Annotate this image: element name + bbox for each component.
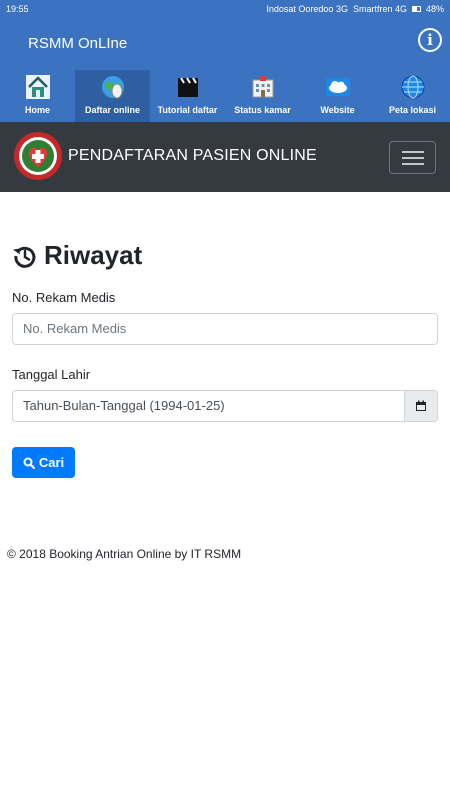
hospital-building-icon <box>252 76 273 98</box>
hamburger-line <box>402 157 424 159</box>
clapperboard-icon <box>177 77 198 97</box>
nav-label-status-kamar: Status kamar <box>234 105 291 115</box>
status-carrier-1: Indosat Ooredoo 3G <box>266 4 348 14</box>
calendar-icon <box>416 400 426 411</box>
page-title: Riwayat <box>44 240 143 270</box>
nav-label-website: Website <box>320 105 355 115</box>
hamburger-line <box>402 163 424 165</box>
history-icon <box>13 246 36 268</box>
nav-item-daftar-online[interactable]: Daftar online <box>75 70 150 122</box>
nav-item-status-kamar[interactable]: Status kamar <box>225 70 300 122</box>
brand-title: PENDAFTARAN PASIEN ONLINE <box>68 147 317 164</box>
status-carrier-2: Smartfren 4G <box>352 4 407 14</box>
nav-label-home: Home <box>24 105 50 115</box>
search-button-label: Cari <box>38 455 65 470</box>
app-bar: RSMM OnLIne i <box>0 18 450 70</box>
nav-item-website[interactable]: Website <box>300 70 375 122</box>
status-bar: 19:55 Indosat Ooredoo 3G Smartfren 4G 48… <box>0 0 450 18</box>
search-icon <box>23 457 35 469</box>
hospital-logo <box>14 132 62 180</box>
rekam-medis-input[interactable]: No. Rekam Medis <box>12 313 438 345</box>
nav-label-tutorial-daftar: Tutorial daftar <box>157 105 218 115</box>
status-battery: 48% <box>425 4 444 14</box>
status-right: Indosat Ooredoo 3G Smartfren 4G 48% <box>266 4 444 14</box>
mouse-globe-icon <box>101 76 124 99</box>
footer-text: © 2018 Booking Antrian Online by IT RSMM <box>7 547 242 561</box>
brand-navbar: PENDAFTARAN PASIEN ONLINE <box>0 122 450 192</box>
nav-label-daftar-online: Daftar online <box>84 105 140 115</box>
app-title: RSMM OnLIne <box>28 35 128 52</box>
page-heading: Riwayat <box>12 240 142 271</box>
search-button[interactable]: Cari <box>12 447 75 478</box>
nav-label-peta-lokasi: Peta lokasi <box>388 105 437 115</box>
rekam-medis-label: No. Rekam Medis <box>12 290 116 305</box>
battery-icon <box>411 6 421 12</box>
status-time: 19:55 <box>6 4 29 14</box>
hamburger-line <box>402 151 424 153</box>
top-nav: Home Daftar online Tutorial daftar Statu… <box>0 70 450 122</box>
globe-icon <box>401 75 424 99</box>
navbar-toggle-button[interactable] <box>389 141 436 174</box>
tanggal-lahir-input[interactable]: Tahun-Bulan-Tanggal (1994-01-25) <box>12 390 404 422</box>
calendar-button[interactable] <box>404 390 438 422</box>
nav-item-home[interactable]: Home <box>0 70 75 122</box>
cloud-icon <box>325 78 350 96</box>
tanggal-lahir-label: Tanggal Lahir <box>12 367 91 382</box>
tanggal-lahir-group: Tahun-Bulan-Tanggal (1994-01-25) <box>12 390 438 422</box>
nav-item-tutorial-daftar[interactable]: Tutorial daftar <box>150 70 225 122</box>
house-icon <box>25 75 50 99</box>
nav-item-peta-lokasi[interactable]: Peta lokasi <box>375 70 450 122</box>
info-icon[interactable]: i <box>418 28 442 52</box>
